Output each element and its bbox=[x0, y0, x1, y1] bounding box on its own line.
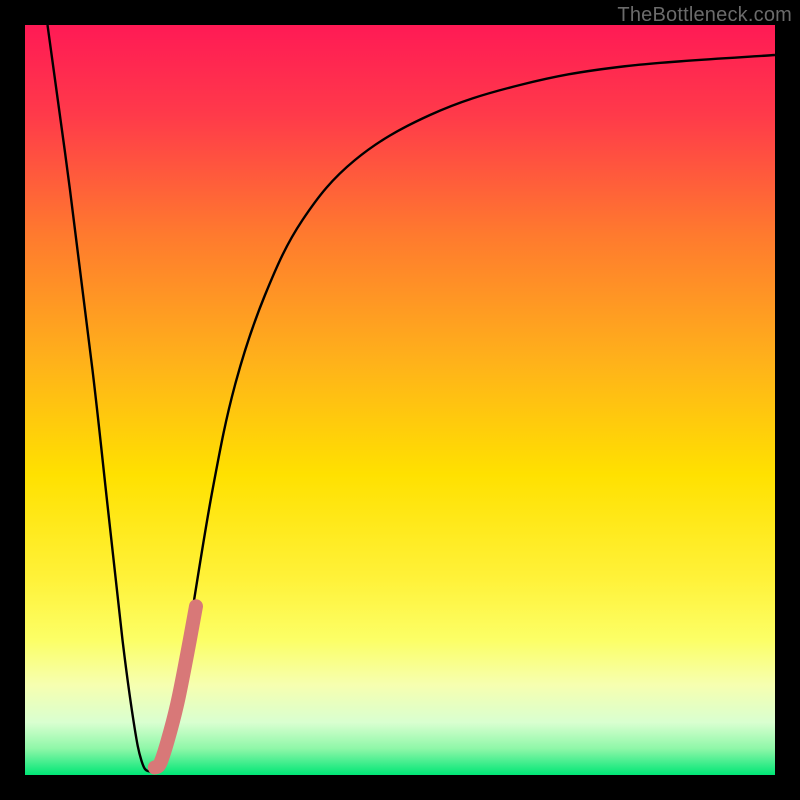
plot-area bbox=[25, 25, 775, 775]
chart-frame: TheBottleneck.com bbox=[0, 0, 800, 800]
chart-background bbox=[25, 25, 775, 775]
chart-svg bbox=[25, 25, 775, 775]
watermark-text: TheBottleneck.com bbox=[617, 4, 792, 27]
